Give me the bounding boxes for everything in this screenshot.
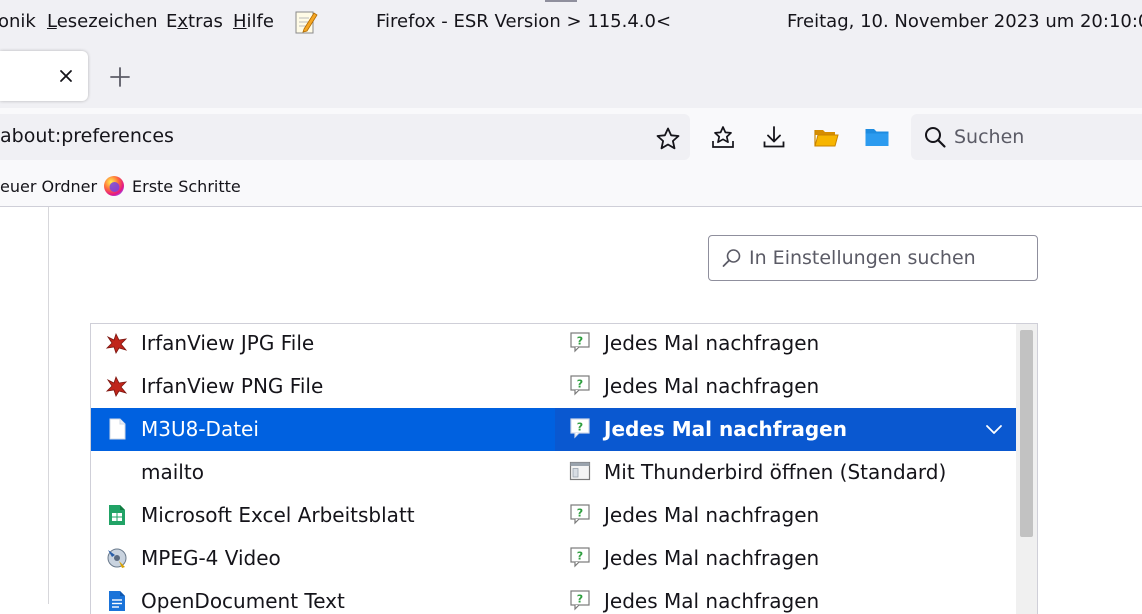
writer-icon <box>109 591 125 611</box>
svg-text:?: ? <box>577 421 583 434</box>
menu-mnemonic: x <box>177 11 189 32</box>
scrollbar-thumb[interactable] <box>1020 330 1033 537</box>
preferences-search-box[interactable] <box>708 235 1038 281</box>
menu-item-hilfe[interactable]: Hilfe <box>233 11 274 32</box>
svg-text:?: ? <box>577 507 583 520</box>
table-row[interactable]: MPEG-4 Video ? Jedes Mal nachfragen <box>91 537 1016 580</box>
open-folder-icon[interactable] <box>813 124 839 150</box>
preferences-search-input[interactable] <box>749 246 1029 270</box>
menu-item-chronik[interactable]: onik <box>0 11 36 32</box>
applications-table: IrfanView JPG File ? Jedes Mal nachfrage… <box>90 323 1038 614</box>
video-icon <box>107 548 127 568</box>
search-icon <box>722 249 741 267</box>
content-type-label: OpenDocument Text <box>141 589 345 613</box>
table-row[interactable]: IrfanView PNG File ? Jedes Mal nachfrage… <box>91 365 1016 408</box>
action-label: Jedes Mal nachfragen <box>604 374 820 398</box>
bookmark-erste-schritte[interactable]: Erste Schritte <box>132 177 241 196</box>
bookmark-folder[interactable]: euer Ordner <box>0 177 97 196</box>
action-label: Jedes Mal nachfragen <box>604 331 820 355</box>
action-label: Mit Thunderbird öffnen (Standard) <box>604 460 947 484</box>
table-row[interactable]: Microsoft Excel Arbeitsblatt ? Jedes Mal… <box>91 494 1016 537</box>
plus-icon[interactable] <box>108 65 132 89</box>
menu-bar: onik Lesezeichen Extras Hilfe Firefox - … <box>0 0 1142 46</box>
table-row[interactable]: IrfanView JPG File ? Jedes Mal nachfrage… <box>91 324 1016 365</box>
url-bar[interactable]: about:preferences <box>0 114 690 160</box>
tab-strip <box>0 46 1142 108</box>
content-type-label: MPEG-4 Video <box>141 546 281 570</box>
bookmark-star-icon[interactable] <box>655 126 681 152</box>
menu-item-label: E <box>166 11 178 32</box>
ask-icon: ? <box>570 418 590 439</box>
document-icon <box>109 418 126 440</box>
action-label: Jedes Mal nachfragen <box>604 417 847 441</box>
search-bar[interactable]: Suchen <box>911 114 1142 160</box>
menu-item-label: ilfe <box>246 11 274 32</box>
navigation-bar: about:preferences Suchen <box>0 108 1142 168</box>
close-icon[interactable] <box>58 68 74 84</box>
window-title: Firefox - ESR Version > 115.4.0 <box>376 11 656 32</box>
action-label: Jedes Mal nachfragen <box>604 589 820 613</box>
menu-mnemonic: L <box>47 11 57 32</box>
scrollbar[interactable] <box>1016 324 1037 614</box>
bookmarks-star-tray-icon[interactable] <box>710 124 736 150</box>
ask-icon: ? <box>570 504 590 525</box>
spreadsheet-icon <box>109 505 125 525</box>
search-icon <box>925 127 946 148</box>
notepad-edit-icon[interactable] <box>294 9 318 35</box>
search-placeholder: Suchen <box>954 126 1025 148</box>
menu-item-label: tras <box>188 11 223 32</box>
svg-text:?: ? <box>577 550 583 563</box>
ask-icon: ? <box>570 547 590 568</box>
preferences-content: IrfanView JPG File ? Jedes Mal nachfrage… <box>0 207 1142 614</box>
chevron-down-icon[interactable] <box>985 421 1003 439</box>
bookmarks-toolbar: euer Ordner Erste Schritte <box>0 168 1142 207</box>
action-label: Jedes Mal nachfragen <box>604 546 820 570</box>
ask-icon: ? <box>570 375 590 396</box>
firefox-icon <box>104 176 124 196</box>
table-row[interactable]: mailto Mit Thunderbird öffnen (Standard) <box>91 451 1016 494</box>
tab-preferences[interactable] <box>0 51 88 101</box>
ask-icon: ? <box>570 332 590 353</box>
title-strip <box>545 0 577 2</box>
content-type-label: IrfanView JPG File <box>141 331 315 355</box>
application-icon <box>569 461 591 481</box>
title-extra: < <box>656 11 672 32</box>
table-row-selected[interactable]: M3U8-Datei ? Jedes Mal nachfragen <box>91 408 1016 451</box>
clock: Freitag, 10. November 2023 um 20:10:00 <box>787 11 1142 32</box>
download-icon[interactable] <box>761 124 787 150</box>
menu-item-label: onik <box>0 11 36 32</box>
table-row[interactable]: OpenDocument Text ? Jedes Mal nachfragen <box>91 580 1016 614</box>
menu-item-extras[interactable]: Extras <box>166 11 223 32</box>
content-type-label: M3U8-Datei <box>141 417 259 441</box>
ask-icon: ? <box>570 590 590 611</box>
content-type-label: IrfanView PNG File <box>141 374 324 398</box>
menu-item-lesezeichen[interactable]: Lesezeichen <box>47 11 158 32</box>
menu-mnemonic: H <box>233 11 247 32</box>
folder-icon[interactable] <box>864 124 890 150</box>
svg-text:?: ? <box>577 378 583 391</box>
svg-text:?: ? <box>577 335 583 348</box>
content-type-label: mailto <box>141 460 204 484</box>
irfanview-icon <box>105 375 128 397</box>
menu-item-label: esezeichen <box>56 11 158 32</box>
url-text: about:preferences <box>0 125 174 147</box>
sidebar-divider <box>48 207 49 604</box>
action-label: Jedes Mal nachfragen <box>604 503 820 527</box>
irfanview-icon <box>105 332 128 354</box>
content-type-label: Microsoft Excel Arbeitsblatt <box>141 503 415 527</box>
